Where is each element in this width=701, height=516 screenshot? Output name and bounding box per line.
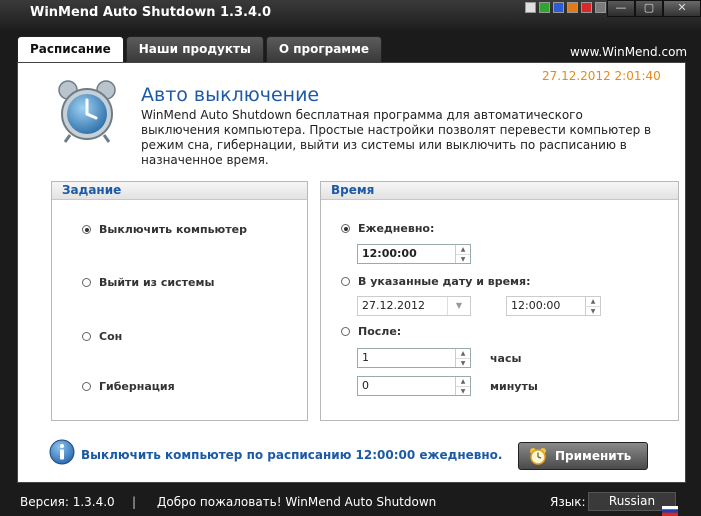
radio-specific-datetime[interactable] — [341, 277, 350, 286]
option-specific-label: В указанные дату и время: — [358, 275, 531, 288]
spin-up-icon[interactable]: ▲ — [456, 377, 470, 387]
app-title: WinMend Auto Shutdown 1.3.4.0 — [30, 5, 271, 20]
after-hours-spinner: ▲ ▼ — [455, 349, 470, 367]
option-sleep[interactable]: Сон — [82, 330, 122, 343]
radio-after[interactable] — [341, 327, 350, 336]
page-title: Авто выключение — [141, 84, 320, 106]
tab-bar: Расписание Наши продукты О программе — [17, 36, 384, 63]
skin-swatch-orange[interactable] — [567, 2, 578, 13]
minutes-unit-label: минуты — [490, 380, 538, 393]
option-shutdown[interactable]: Выключить компьютер — [82, 223, 247, 236]
option-daily[interactable]: Ежедневно: — [341, 222, 434, 235]
window-controls: — ▢ ✕ — [607, 0, 701, 17]
skin-swatch-red[interactable] — [581, 2, 592, 13]
spin-down-icon[interactable]: ▼ — [456, 387, 470, 396]
current-datetime: 27.12.2012 2:01:40 — [542, 69, 661, 83]
radio-sleep[interactable] — [82, 332, 91, 341]
radio-logoff[interactable] — [82, 278, 91, 287]
status-separator: | — [132, 495, 137, 509]
radio-shutdown[interactable] — [82, 225, 91, 234]
time-group-title: Время — [321, 182, 678, 200]
spin-down-icon[interactable]: ▼ — [586, 307, 600, 316]
skin-swatch-blue[interactable] — [553, 2, 564, 13]
alarm-clock-icon — [530, 448, 546, 465]
task-group: Задание Выключить компьютер Выйти из сис… — [51, 181, 308, 421]
option-hibernate-label: Гибернация — [99, 380, 175, 393]
spin-down-icon[interactable]: ▼ — [456, 255, 470, 264]
status-bar: Версия: 1.3.4.0 | Добро пожаловать! WinM… — [0, 490, 701, 516]
skin-swatches — [525, 2, 606, 13]
specific-date-input[interactable]: 27.12.2012 ▼ — [357, 296, 471, 316]
option-logoff[interactable]: Выйти из системы — [82, 276, 214, 289]
alarm-clock-icon — [58, 80, 116, 143]
option-hibernate[interactable]: Гибернация — [82, 380, 175, 393]
after-hours-value: 1 — [362, 351, 369, 364]
welcome-message: Добро пожаловать! WinMend Auto Shutdown — [157, 495, 437, 509]
tab-about[interactable]: О программе — [265, 36, 383, 62]
apply-button[interactable]: Применить — [518, 442, 648, 470]
radio-hibernate[interactable] — [82, 382, 91, 391]
tab-schedule[interactable]: Расписание — [17, 36, 124, 63]
daily-time-input[interactable]: 12:00:00 ▲ ▼ — [357, 244, 471, 264]
minimize-button[interactable]: — — [607, 0, 635, 17]
hours-unit-label: часы — [490, 352, 522, 365]
after-minutes-input[interactable]: 0 ▲ ▼ — [357, 376, 471, 396]
after-minutes-value: 0 — [362, 379, 369, 392]
skin-swatch-gray[interactable] — [595, 2, 606, 13]
daily-time-spinner: ▲ ▼ — [455, 245, 470, 263]
website-link[interactable]: www.WinMend.com — [570, 45, 687, 59]
option-specific-datetime[interactable]: В указанные дату и время: — [341, 275, 531, 288]
option-logoff-label: Выйти из системы — [99, 276, 215, 289]
schedule-status-message: Выключить компьютер по расписанию 12:00:… — [81, 448, 503, 462]
spin-down-icon[interactable]: ▼ — [456, 359, 470, 368]
time-group: Время Ежедневно: 12:00:00 ▲ ▼ В указанны… — [320, 181, 679, 421]
version-label: Версия: 1.3.4.0 — [20, 495, 115, 509]
option-shutdown-label: Выключить компьютер — [99, 223, 247, 236]
after-hours-input[interactable]: 1 ▲ ▼ — [357, 348, 471, 368]
specific-date-value: 27.12.2012 — [362, 299, 425, 312]
task-group-title: Задание — [52, 182, 307, 200]
maximize-button[interactable]: ▢ — [635, 0, 663, 17]
specific-time-spinner: ▲ ▼ — [585, 297, 600, 315]
after-minutes-spinner: ▲ ▼ — [455, 377, 470, 395]
description-text: WinMend Auto Shutdown бесплатная програм… — [141, 108, 652, 167]
info-icon — [49, 439, 75, 465]
calendar-dropdown-icon[interactable]: ▼ — [447, 297, 470, 315]
skin-swatch-green[interactable] — [539, 2, 550, 13]
tab-our-products[interactable]: Наши продукты — [125, 36, 264, 62]
skin-swatch-white[interactable] — [525, 2, 536, 13]
apply-button-label: Применить — [555, 449, 632, 463]
specific-time-input[interactable]: 12:00:00 ▲ ▼ — [506, 296, 601, 316]
option-after[interactable]: После: — [341, 325, 401, 338]
daily-time-value: 12:00:00 — [362, 247, 417, 260]
title-bar: WinMend Auto Shutdown 1.3.4.0 — ▢ ✕ — [0, 0, 701, 30]
option-sleep-label: Сон — [99, 330, 123, 343]
spin-up-icon[interactable]: ▲ — [456, 349, 470, 359]
language-label: Язык: — [550, 495, 586, 509]
spin-up-icon[interactable]: ▲ — [456, 245, 470, 255]
option-after-label: После: — [358, 325, 402, 338]
specific-time-value: 12:00:00 — [511, 299, 561, 312]
close-button[interactable]: ✕ — [663, 0, 701, 17]
russia-flag-icon — [662, 506, 678, 516]
spin-up-icon[interactable]: ▲ — [586, 297, 600, 307]
main-panel: 27.12.2012 2:01:40 Авто выключение WinMe… — [17, 62, 686, 483]
radio-daily[interactable] — [341, 224, 350, 233]
option-daily-label: Ежедневно: — [358, 222, 435, 235]
